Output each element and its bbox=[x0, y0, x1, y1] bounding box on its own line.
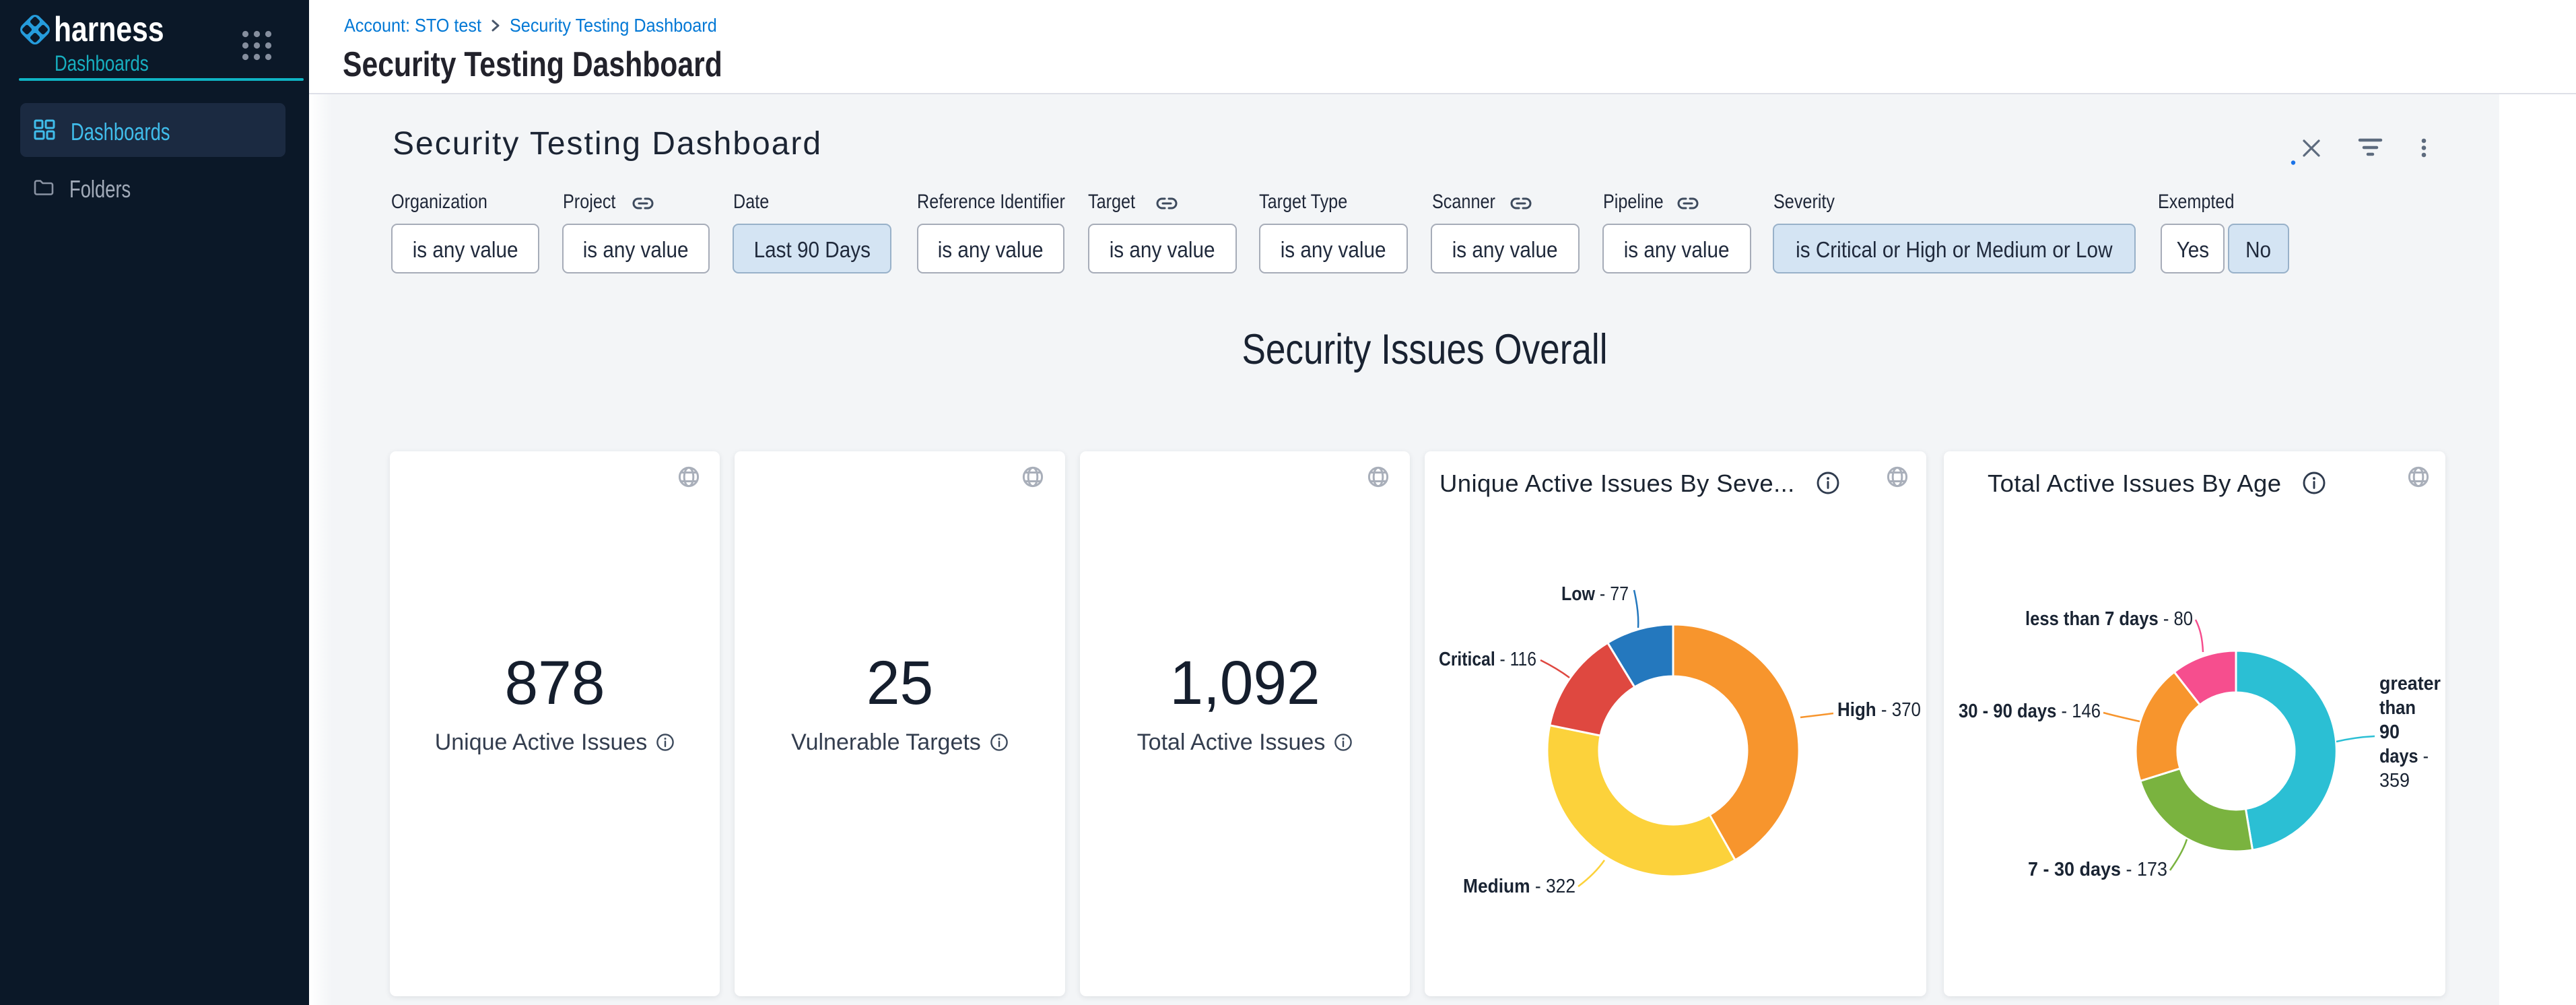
svg-text:90: 90 bbox=[2379, 721, 2400, 743]
svg-text:Low - 77: Low - 77 bbox=[1561, 583, 1629, 605]
svg-text:greater: greater bbox=[2379, 673, 2441, 694]
svg-text:less than 7 days - 80: less than 7 days - 80 bbox=[2025, 608, 2193, 630]
svg-text:days -: days - bbox=[2379, 746, 2429, 767]
svg-text:30 - 90 days - 146: 30 - 90 days - 146 bbox=[1959, 701, 2101, 722]
svg-text:Medium - 322: Medium - 322 bbox=[1463, 876, 1575, 897]
svg-text:Critical - 116: Critical - 116 bbox=[1439, 649, 1536, 670]
svg-text:than: than bbox=[2379, 697, 2416, 719]
svg-text:7 - 30 days - 173: 7 - 30 days - 173 bbox=[2028, 859, 2167, 880]
svg-text:High - 370: High - 370 bbox=[1837, 699, 1921, 721]
svg-text:359: 359 bbox=[2379, 770, 2410, 791]
